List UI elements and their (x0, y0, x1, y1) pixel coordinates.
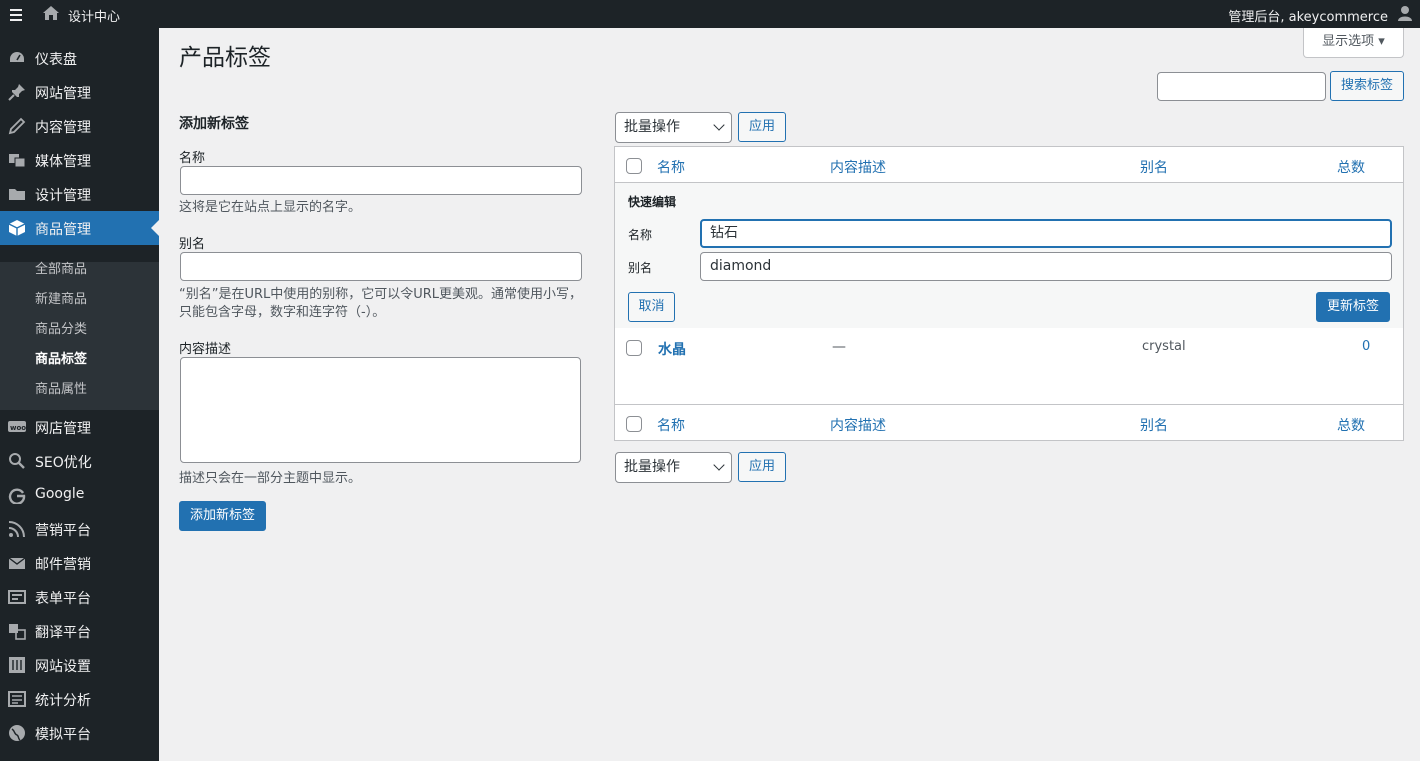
sidebar-item-content[interactable]: 内容管理 (0, 109, 159, 143)
chevron-down-icon (713, 459, 725, 471)
row-checkbox[interactable] (626, 340, 642, 356)
add-tag-heading: 添加新标签 (179, 116, 249, 132)
column-slug-footer[interactable]: 别名 (1140, 415, 1168, 435)
submenu-tags[interactable]: 商品标签 (35, 348, 87, 367)
home-icon[interactable] (42, 4, 60, 22)
tag-name-link[interactable]: 水晶 (658, 339, 686, 359)
table-header: 名称 内容描述 别名 总数 (615, 147, 1403, 183)
sidebar-item-google[interactable]: Google (0, 478, 159, 512)
svg-text:woo: woo (10, 424, 26, 432)
sidebar-item-simulate[interactable]: 模拟平台 (0, 716, 159, 750)
name-help-text: 这将是它在站点上显示的名字。 (179, 200, 362, 215)
menu-toggle-icon[interactable] (10, 6, 22, 22)
column-name[interactable]: 名称 (657, 157, 685, 177)
quick-edit-panel: 快速编辑 名称 钻石 别名 diamond 取消 更新标签 (615, 183, 1403, 328)
admin-bar: 设计中心 管理后台, akeycommerce (0, 0, 1420, 28)
column-slug[interactable]: 别名 (1140, 157, 1168, 177)
tags-table: 名称 内容描述 别名 总数 快速编辑 名称 钻石 别名 diamond 取消 更… (614, 146, 1404, 441)
bulk-action-select-top[interactable]: 批量操作 (615, 112, 732, 143)
woo-icon: woo (8, 418, 26, 436)
sidebar-item-design[interactable]: 设计管理 (0, 177, 159, 211)
column-count[interactable]: 总数 (1337, 157, 1365, 177)
slug-help-text: “别名”是在URL中使用的别称，它可以令URL更美观。通常使用小写， 只能包含字… (179, 287, 583, 320)
column-description-footer[interactable]: 内容描述 (830, 415, 886, 435)
column-description[interactable]: 内容描述 (830, 157, 886, 177)
search-tags-button[interactable]: 搜索标签 (1330, 71, 1404, 101)
pin-icon (8, 83, 26, 101)
name-label: 名称 (179, 151, 206, 166)
folder-icon (8, 185, 26, 203)
page-title: 产品标签 (179, 45, 271, 71)
screen-options-button[interactable]: 显示选项 ▾ (1303, 28, 1404, 58)
search-icon (8, 452, 26, 470)
site-name-link[interactable]: 设计中心 (68, 6, 120, 25)
edit-icon (8, 117, 26, 135)
sidebar-item-site[interactable]: 网站管理 (0, 75, 159, 109)
sidebar-item-forms[interactable]: 表单平台 (0, 580, 159, 614)
quick-edit-slug-label: 别名 (628, 261, 653, 275)
quick-edit-slug-input[interactable]: diamond (700, 252, 1392, 281)
add-tag-button[interactable]: 添加新标签 (179, 501, 266, 531)
quick-edit-cancel-button[interactable]: 取消 (628, 292, 675, 322)
box-icon (8, 219, 26, 237)
avatar-icon[interactable] (1396, 4, 1414, 22)
settings-icon (8, 656, 26, 674)
bulk-action-select-bottom[interactable]: 批量操作 (615, 452, 732, 483)
sidebar-item-shop[interactable]: woo 网店管理 (0, 410, 159, 444)
slug-label: 别名 (179, 237, 206, 252)
apply-button-top[interactable]: 应用 (738, 112, 786, 142)
select-all-checkbox-footer[interactable] (626, 416, 642, 432)
mail-icon (8, 554, 26, 572)
column-count-footer[interactable]: 总数 (1337, 415, 1365, 435)
translate-icon (8, 622, 26, 640)
sidebar-item-translate[interactable]: 翻译平台 (0, 614, 159, 648)
tag-description-textarea[interactable] (180, 357, 581, 463)
account-link[interactable]: 管理后台, akeycommerce (1228, 6, 1388, 25)
submenu-all-products[interactable]: 全部商品 (35, 258, 87, 277)
chevron-down-icon (713, 119, 725, 131)
sidebar-item-email[interactable]: 邮件营销 (0, 546, 159, 580)
tag-slug-input[interactable] (180, 252, 582, 281)
sidebar-item-marketing[interactable]: 营销平台 (0, 512, 159, 546)
tag-name-input[interactable] (180, 166, 582, 195)
tag-slug: crystal (1142, 339, 1186, 354)
sidebar-item-settings[interactable]: 网站设置 (0, 648, 159, 682)
sidebar-item-seo[interactable]: SEO优化 (0, 444, 159, 478)
dashboard-icon (8, 49, 26, 67)
rss-icon (8, 520, 26, 538)
select-all-checkbox[interactable] (626, 158, 642, 174)
sidebar-item-media[interactable]: 媒体管理 (0, 143, 159, 177)
form-icon (8, 588, 26, 606)
products-submenu: 全部商品 新建商品 商品分类 商品标签 商品属性 (0, 262, 159, 410)
table-footer: 名称 内容描述 别名 总数 (615, 404, 1403, 440)
quick-edit-name-input[interactable]: 钻石 (700, 219, 1392, 248)
sidebar-item-analytics[interactable]: 统计分析 (0, 682, 159, 716)
google-icon (8, 486, 26, 504)
quick-edit-title: 快速编辑 (628, 195, 677, 209)
description-label: 内容描述 (179, 342, 232, 357)
globe-icon (8, 724, 26, 742)
quick-edit-update-button[interactable]: 更新标签 (1316, 292, 1390, 322)
table-row: 水晶 — crystal 0 (615, 328, 1403, 404)
analytics-icon (8, 690, 26, 708)
sidebar-item-dashboard[interactable]: 仪表盘 (0, 41, 159, 75)
tag-description: — (832, 339, 846, 355)
submenu-new-product[interactable]: 新建商品 (35, 288, 87, 307)
admin-sidebar: 仪表盘 网站管理 内容管理 媒体管理 设计管理 商品管理 全部商品 新建商品 商… (0, 28, 159, 761)
quick-edit-name-label: 名称 (628, 228, 653, 242)
search-tags-input[interactable] (1157, 72, 1326, 101)
sidebar-item-products[interactable]: 商品管理 (0, 211, 159, 245)
column-name-footer[interactable]: 名称 (657, 415, 685, 435)
description-help-text: 描述只会在一部分主题中显示。 (179, 471, 362, 486)
tag-count-link[interactable]: 0 (1362, 339, 1370, 354)
submenu-attributes[interactable]: 商品属性 (35, 378, 87, 397)
submenu-categories[interactable]: 商品分类 (35, 318, 87, 337)
apply-button-bottom[interactable]: 应用 (738, 452, 786, 482)
media-icon (8, 151, 26, 169)
